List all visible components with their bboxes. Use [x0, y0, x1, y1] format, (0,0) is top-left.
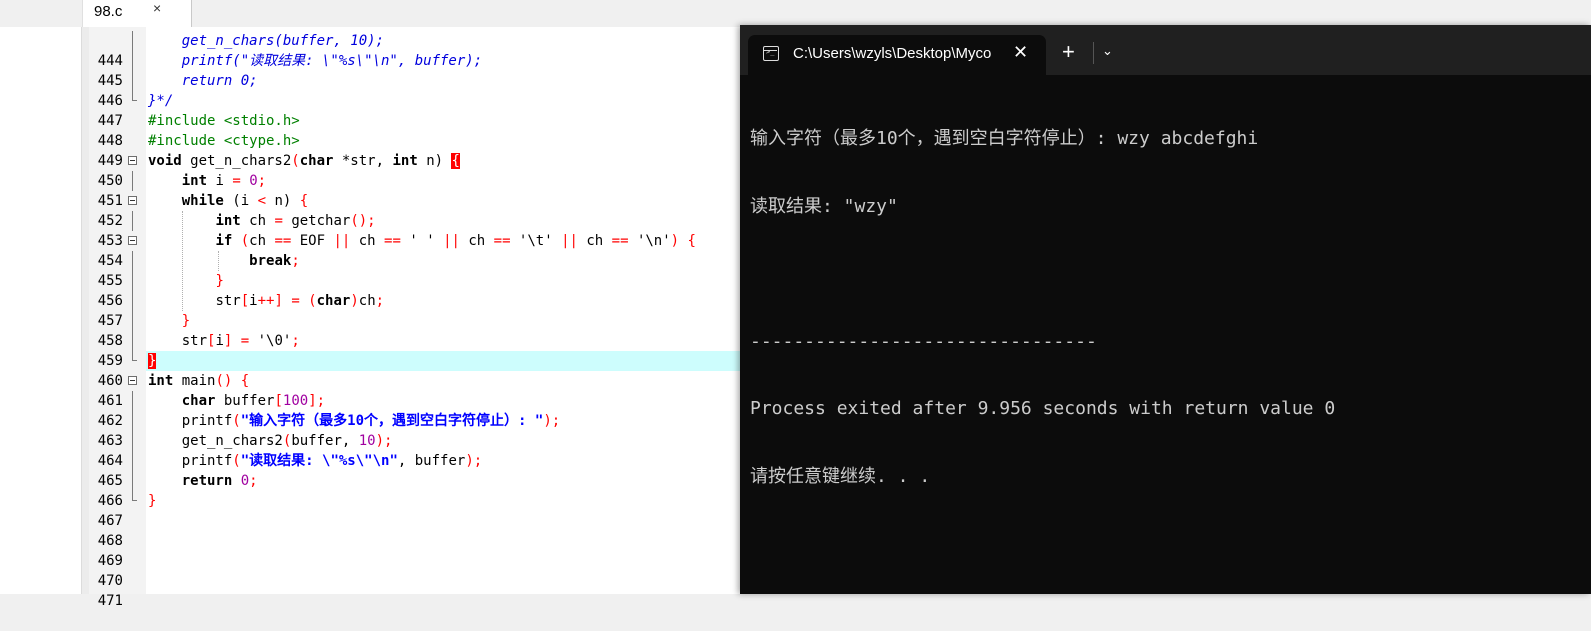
code-line[interactable]: 465 printf("读取结果: \"%s\"\n", buffer); — [89, 451, 740, 489]
panel-splitter[interactable] — [82, 27, 89, 594]
line-number: 471 — [97, 593, 123, 609]
code-line[interactable]: 464 get_n_chars2(buffer, 10); — [89, 431, 740, 469]
close-icon[interactable]: × — [153, 0, 161, 16]
terminal-output[interactable]: 输入字符（最多10个，遇到空白字符停止）: wzy abcdefghi 读取结果… — [750, 83, 1580, 533]
code-line[interactable]: 450 void get_n_chars2(char *str, int n) … — [89, 151, 740, 189]
code-line-current[interactable]: 460 } — [89, 351, 740, 389]
code-line[interactable]: 455 break; — [89, 251, 740, 289]
fold-toggle[interactable] — [128, 196, 137, 205]
code-line[interactable]: 462 char buffer[100]; — [89, 391, 740, 429]
code-line[interactable]: 459 str[i] = '\0'; — [89, 331, 740, 369]
code-line[interactable]: 451 int i = 0; — [89, 171, 740, 209]
terminal-line: 读取结果: "wzy" — [750, 195, 898, 217]
code-line[interactable]: 457 str[i++] = (char)ch; — [89, 291, 740, 329]
code-line[interactable]: 468 — [89, 511, 740, 549]
matched-brace: { — [451, 153, 460, 169]
indent-guide — [182, 211, 183, 311]
file-tab-98c[interactable]: 98.c × — [82, 0, 192, 27]
code-line[interactable]: 447 }*/ — [89, 91, 740, 129]
comment-text: return 0; — [181, 73, 258, 89]
fold-toggle[interactable] — [128, 156, 137, 165]
code-line[interactable]: 446 return 0; — [89, 71, 740, 109]
code-line[interactable]: 454 if (ch == EOF || ch == ' ' || ch == … — [89, 231, 740, 269]
comment-text: }*/ — [148, 93, 174, 109]
code-line[interactable]: 452 while (i < n) { — [89, 191, 740, 229]
code-line[interactable]: 458 } — [89, 311, 740, 349]
code-line[interactable]: 444 get_n_chars(buffer, 10); — [89, 31, 740, 69]
terminal-tab-title: C:\Users\wzyls\Desktop\Myco — [793, 45, 992, 62]
fold-toggle[interactable] — [128, 376, 137, 385]
fold-toggle[interactable] — [128, 236, 137, 245]
code-line[interactable]: 456 } — [89, 271, 740, 309]
code-line[interactable]: 445 printf("读取结果: \"%s\"\n", buffer); — [89, 51, 740, 89]
comment-text: printf("读取结果: \"%s\"\n", buffer); — [181, 53, 483, 69]
matched-brace: } — [148, 353, 157, 369]
terminal-line: -------------------------------- — [750, 330, 1097, 352]
editor-tab-bar: 98.c × — [0, 0, 1591, 28]
close-icon[interactable]: ✕ — [1013, 42, 1028, 63]
code-line[interactable]: 467 } — [89, 491, 740, 529]
project-panel — [0, 27, 82, 594]
code-line[interactable]: 461 int main() { — [89, 371, 740, 409]
titlebar-divider — [1093, 42, 1094, 64]
file-tab-label: 98.c — [94, 3, 123, 20]
indent-guide — [218, 251, 219, 271]
terminal-line: 输入字符（最多10个，遇到空白字符停止）: wzy abcdefghi — [750, 128, 1259, 149]
terminal-line: 请按任意键继续. . . — [750, 465, 931, 487]
preprocessor-text: #include <ctype.h> — [148, 133, 300, 149]
terminal-window[interactable]: C:\Users\wzyls\Desktop\Myco ✕ + ⌄ 输入字符（最… — [740, 25, 1591, 594]
code-line[interactable]: 471 — [89, 571, 740, 609]
code-line[interactable]: 453 int ch = getchar(); — [89, 211, 740, 249]
comment-text: get_n_chars(buffer, 10); — [181, 33, 385, 49]
code-line[interactable]: 448 #include <stdio.h> — [89, 111, 740, 149]
code-line[interactable]: 463 printf("输入字符（最多10个，遇到空白字符停止）: "); — [89, 411, 740, 449]
code-line[interactable]: 449 #include <ctype.h> — [89, 131, 740, 169]
terminal-tab[interactable]: C:\Users\wzyls\Desktop\Myco ✕ — [748, 35, 1046, 75]
terminal-titlebar[interactable]: C:\Users\wzyls\Desktop\Myco ✕ + ⌄ — [740, 25, 1591, 75]
terminal-line: Process exited after 9.956 seconds with … — [750, 398, 1336, 419]
terminal-icon — [763, 46, 779, 61]
code-line[interactable]: 470 — [89, 551, 740, 589]
preprocessor-text: #include <stdio.h> — [148, 113, 300, 129]
code-line[interactable]: 466 return 0; — [89, 471, 740, 509]
new-tab-button[interactable]: + — [1062, 39, 1075, 65]
code-line[interactable]: 469 — [89, 531, 740, 569]
chevron-down-icon[interactable]: ⌄ — [1102, 43, 1113, 59]
